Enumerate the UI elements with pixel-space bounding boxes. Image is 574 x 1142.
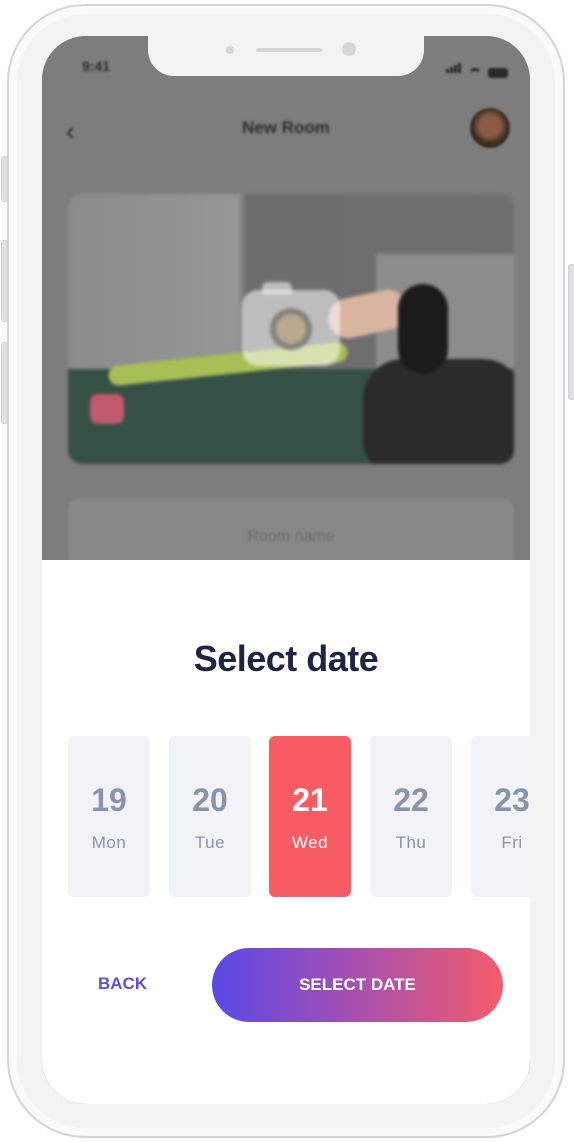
battery-icon: [488, 68, 508, 78]
room-name-placeholder: Room name: [247, 528, 335, 545]
photo-shoe: [90, 394, 124, 424]
camera-icon[interactable]: [242, 282, 340, 366]
date-number: 23: [494, 782, 530, 818]
select-date-button[interactable]: SELECT DATE: [212, 948, 503, 1022]
avatar[interactable]: [470, 108, 510, 148]
date-weekday: Wed: [291, 833, 329, 852]
date-card-23[interactable]: 23 Fri: [471, 736, 530, 897]
date-weekday: Thu: [395, 833, 427, 852]
side-button-volume-up: [1, 240, 8, 322]
back-button[interactable]: BACK: [98, 974, 147, 994]
date-number: 20: [192, 782, 228, 818]
date-card-22[interactable]: 22 Thu: [370, 736, 452, 897]
camera-lens: [270, 308, 312, 350]
notch: [148, 36, 424, 76]
date-picker-sheet: Select date 19 Mon 20 Tue 21 Wed 22 Thu …: [42, 560, 530, 1104]
side-button-silent: [1, 156, 8, 202]
date-weekday: Fri: [501, 833, 523, 852]
camera-top: [262, 282, 292, 294]
nav-bar: ‹ New Room: [42, 106, 530, 150]
date-weekday: Mon: [91, 833, 127, 852]
room-photo: [68, 194, 514, 464]
date-list: 19 Mon 20 Tue 21 Wed 22 Thu 23 Fri: [68, 736, 530, 897]
date-weekday: Tue: [194, 833, 226, 852]
date-number: 19: [91, 782, 127, 818]
notch-camera: [342, 42, 356, 56]
notch-sensor: [226, 46, 234, 54]
screen: 9:41 ‹ New Room Room name Select date 19…: [42, 36, 530, 1104]
date-card-19[interactable]: 19 Mon: [68, 736, 150, 897]
status-icons: [446, 60, 508, 78]
signal-icon: [446, 60, 462, 78]
side-button-power: [568, 264, 574, 400]
photo-tire: [363, 359, 514, 464]
page-title: New Room: [242, 118, 330, 137]
date-card-21[interactable]: 21 Wed: [269, 736, 351, 897]
date-number: 21: [292, 782, 328, 818]
notch-speaker: [256, 48, 322, 52]
date-card-20[interactable]: 20 Tue: [169, 736, 251, 897]
room-name-field[interactable]: Room name: [68, 498, 514, 568]
wifi-icon: [468, 68, 482, 78]
date-number: 22: [393, 782, 429, 818]
sheet-title: Select date: [193, 638, 379, 679]
status-time: 9:41: [82, 58, 111, 74]
side-button-volume-down: [1, 342, 8, 424]
photo-hair: [398, 284, 448, 374]
